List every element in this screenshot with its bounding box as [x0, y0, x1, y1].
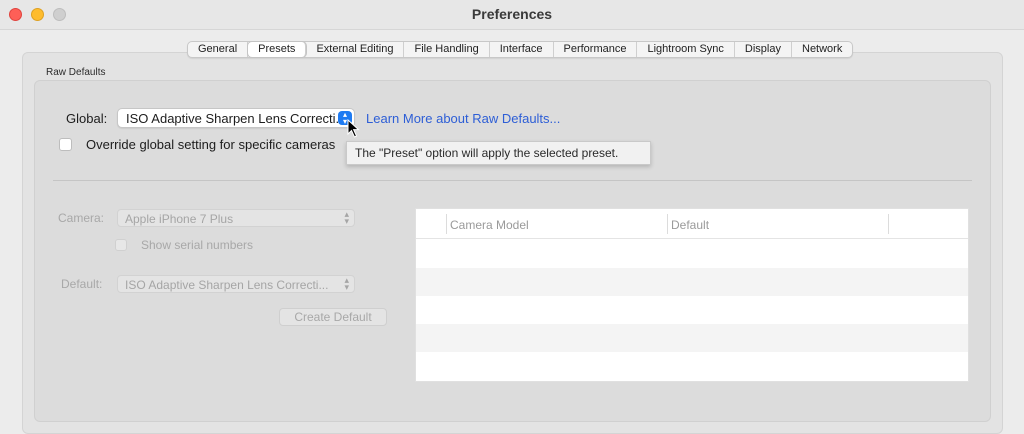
- global-preset-value: ISO Adaptive Sharpen Lens Correcti...: [126, 111, 347, 126]
- tab-lightroom-sync[interactable]: Lightroom Sync: [637, 42, 735, 57]
- column-separator: [446, 214, 447, 234]
- raw-defaults-section-title: Raw Defaults: [46, 67, 106, 78]
- create-default-button[interactable]: Create Default: [279, 308, 387, 326]
- tab-external-editing[interactable]: External Editing: [306, 42, 405, 57]
- tab-presets[interactable]: Presets: [248, 42, 307, 57]
- column-header-default[interactable]: Default: [671, 218, 709, 232]
- global-label: Global:: [66, 111, 108, 126]
- default-preset-value: ISO Adaptive Sharpen Lens Correcti...: [125, 278, 329, 292]
- preferences-tab-bar: General Presets External Editing File Ha…: [187, 41, 854, 58]
- column-separator: [888, 214, 889, 234]
- camera-value: Apple iPhone 7 Plus: [125, 212, 234, 226]
- table-row: [416, 240, 968, 268]
- table-row: [416, 268, 968, 296]
- tab-general[interactable]: General: [188, 42, 249, 57]
- show-serial-numbers-checkbox[interactable]: [115, 239, 127, 251]
- tab-performance[interactable]: Performance: [554, 42, 638, 57]
- camera-defaults-table: Camera Model Default: [415, 208, 969, 382]
- tab-interface[interactable]: Interface: [490, 42, 554, 57]
- tab-display[interactable]: Display: [735, 42, 792, 57]
- select-stepper-icon: ▴ ▾: [344, 209, 349, 226]
- select-stepper-icon: ▴ ▾: [344, 275, 349, 292]
- section-divider: [53, 180, 972, 181]
- mouse-pointer-icon: [347, 119, 360, 138]
- table-row: [416, 296, 968, 324]
- table-header: Camera Model Default: [416, 209, 968, 239]
- override-checkbox-label[interactable]: Override global setting for specific cam…: [86, 137, 335, 152]
- default-label: Default:: [61, 277, 103, 291]
- column-separator: [667, 214, 668, 234]
- override-checkbox[interactable]: [59, 138, 72, 151]
- tab-network[interactable]: Network: [792, 42, 852, 57]
- window-title: Preferences: [471, 6, 553, 22]
- tab-file-handling[interactable]: File Handling: [404, 42, 490, 57]
- camera-label: Camera:: [58, 211, 105, 225]
- title-bar: Preferences: [0, 0, 1024, 30]
- global-preset-select[interactable]: ISO Adaptive Sharpen Lens Correcti... ▴ ▾: [117, 108, 355, 128]
- preset-tooltip: The "Preset" option will apply the selec…: [346, 141, 651, 165]
- table-row: [416, 324, 968, 352]
- default-preset-select[interactable]: ISO Adaptive Sharpen Lens Correcti... ▴ ▾: [117, 275, 355, 293]
- learn-more-link[interactable]: Learn More about Raw Defaults...: [366, 111, 560, 126]
- camera-select[interactable]: Apple iPhone 7 Plus ▴ ▾: [117, 209, 355, 227]
- table-row: [416, 352, 968, 380]
- column-header-camera-model[interactable]: Camera Model: [450, 218, 529, 232]
- show-serial-numbers-label: Show serial numbers: [141, 238, 254, 252]
